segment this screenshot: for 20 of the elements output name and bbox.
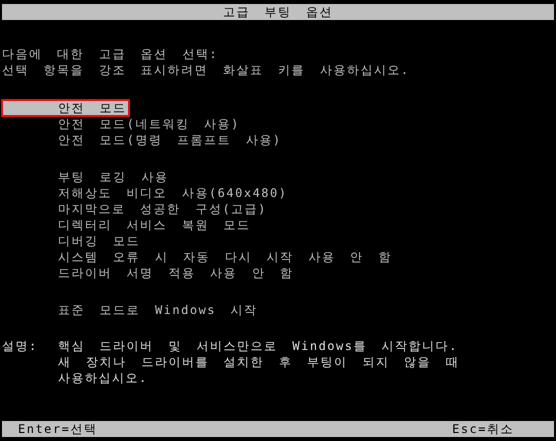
instruction-text: 선택 항목을 강조 표시하려면 화살표 키를 사용하십시오. [2, 62, 411, 78]
boot-option[interactable]: 마지막으로 성공한 구성(고급) [2, 201, 267, 217]
description-text: 새 장치나 드라이버를 설치한 후 부팅이 되지 않을 때 [58, 354, 460, 370]
description-text: 핵심 드라이버 및 서비스만으로 Windows를 시작합니다. [58, 338, 459, 354]
boot-option[interactable]: 안전 모드(명령 프롬프트 사용) [2, 132, 282, 148]
description-text: 사용하십시오. [58, 370, 149, 386]
boot-option[interactable]: 안전 모드(네트워킹 사용) [2, 116, 240, 132]
boot-option[interactable]: 디버깅 모드 [2, 233, 140, 249]
instruction-text: 다음에 대한 고급 옵션 선택: [2, 46, 220, 62]
esc-key-hint: Esc=취소 [452, 421, 514, 437]
description-label: 설명: [2, 338, 39, 354]
boot-option[interactable]: 저해상도 비디오 사용(640x480) [2, 185, 288, 201]
boot-option[interactable]: 안전 모드 [2, 100, 129, 116]
boot-option[interactable]: 드라이버 서명 적용 사용 안 함 [2, 265, 294, 281]
boot-option[interactable]: 시스템 오류 시 자동 다시 시작 사용 안 함 [2, 249, 392, 265]
boot-option[interactable]: 표준 모드로 Windows 시작 [2, 302, 258, 318]
boot-option[interactable]: 디렉터리 서비스 복원 모드 [2, 217, 251, 233]
title-bar: 고급 부팅 옵션 [2, 4, 554, 20]
enter-key-hint: Enter=선택 [18, 421, 98, 437]
boot-option[interactable]: 부팅 로깅 사용 [2, 169, 168, 185]
